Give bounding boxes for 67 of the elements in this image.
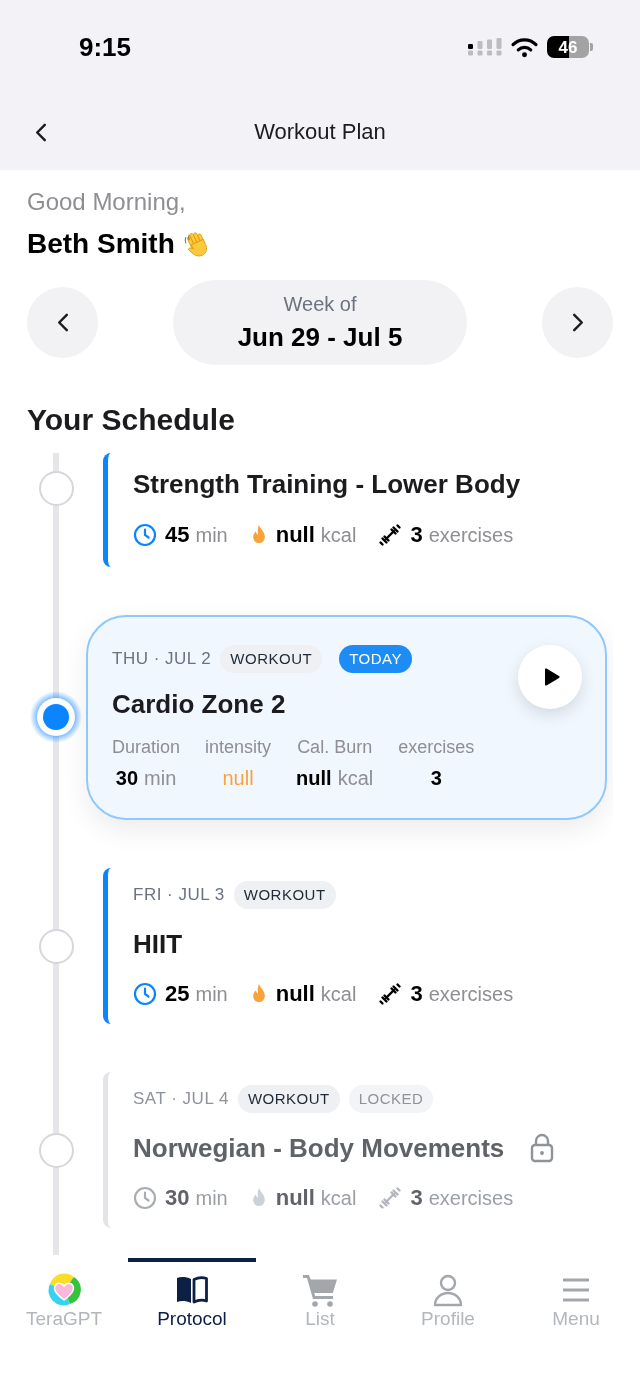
stat-value: 3 [410,1184,423,1212]
week-label: Week of [283,292,357,317]
stat-value: 30 [165,1184,190,1212]
signal-icon [468,38,502,56]
workout-item[interactable]: SAT · JUL 4 WORKOUT LOCKED Norwegian - Body Movements 30 min null kcal 3 exercises [103,1072,613,1228]
wifi-icon [510,36,539,58]
stat-label: Duration [112,736,181,759]
status-badge: LOCKED [348,1085,434,1113]
user-name: Beth Smith [27,227,175,261]
clock-icon [133,1186,157,1210]
stat-unit: exercises [428,982,514,1007]
stat-label: Cal. Burn [297,736,373,759]
stat-unit: min [195,523,228,548]
status-badge: WORKOUT [237,1085,340,1113]
workout-date: SAT · JUL 4 [133,1088,229,1111]
stat-value: 3 [410,980,423,1008]
stat-label: intensity [205,736,272,759]
stat-value: 3 [410,521,423,549]
screen-title: Workout Plan [253,118,387,146]
stat-unit: kcal [337,766,374,791]
section-title: Your Schedule [27,402,236,438]
dumbbell-icon [378,1186,403,1210]
stat-value: 25 [165,980,190,1008]
workout-date: FRI · JUL 3 [133,884,225,907]
lock-icon [530,1133,555,1163]
status-badge: WORKOUT [220,645,323,673]
stat-unit: kcal [320,1186,357,1211]
workout-title: Strength Training - Lower Body [133,468,521,501]
stat-value: 3 [430,766,442,791]
stat-value: null [275,521,315,549]
stat-unit: exercises [428,523,514,548]
stat-unit: kcal [320,982,357,1007]
greeting-text: Good Morning, [27,187,187,217]
workout-card[interactable]: THU · JUL 2 WORKOUT TODAY Cardio Zone 2 Duration 30 min intensity null Cal. Burn null kcal exercises 3 [86,615,607,820]
tab[interactable]: Protocol [128,1258,256,1334]
workout-title: Cardio Zone 2 [112,688,286,721]
dumbbell-icon [378,982,403,1006]
status-time: 9:15 [79,32,132,62]
dumbbell-icon [378,523,403,547]
logo-icon [46,1272,82,1308]
stat-unit: min [195,982,228,1007]
clock-icon [133,523,157,547]
workout-item[interactable]: Strength Training - Lower Body 45 min null kcal 3 exercises [103,453,613,567]
stat-value: null [275,1184,315,1212]
chevron-left-icon [56,313,69,332]
stat-unit: min [195,1186,228,1211]
chevron-left-icon [35,122,47,142]
workout-item[interactable]: FRI · JUL 3 WORKOUT HIIT 25 min null kcal 3 exercises [103,868,613,1024]
chevron-right-icon [571,313,584,332]
play-icon [543,668,560,686]
stat-unit: kcal [320,523,357,548]
workout-title: Norwegian - Body Movements [133,1132,505,1165]
stat-unit: exercises [428,1186,514,1211]
stat-value: null [296,766,332,791]
stat-unit: min [144,766,177,791]
cart-icon [302,1272,338,1308]
stat-value: null [275,980,315,1008]
status-badge: TODAY [339,645,412,673]
clock-icon [133,982,157,1006]
workout-title: HIIT [133,928,183,961]
week-range: Jun 29 - Jul 5 [237,321,403,354]
stat-label: exercises [398,736,475,759]
workout-date: THU · JUL 2 [112,648,212,671]
stat-value: 45 [165,521,190,549]
stat-value: null [222,766,254,791]
status-badge: WORKOUT [233,881,336,909]
stat-value: 30 [115,766,139,791]
